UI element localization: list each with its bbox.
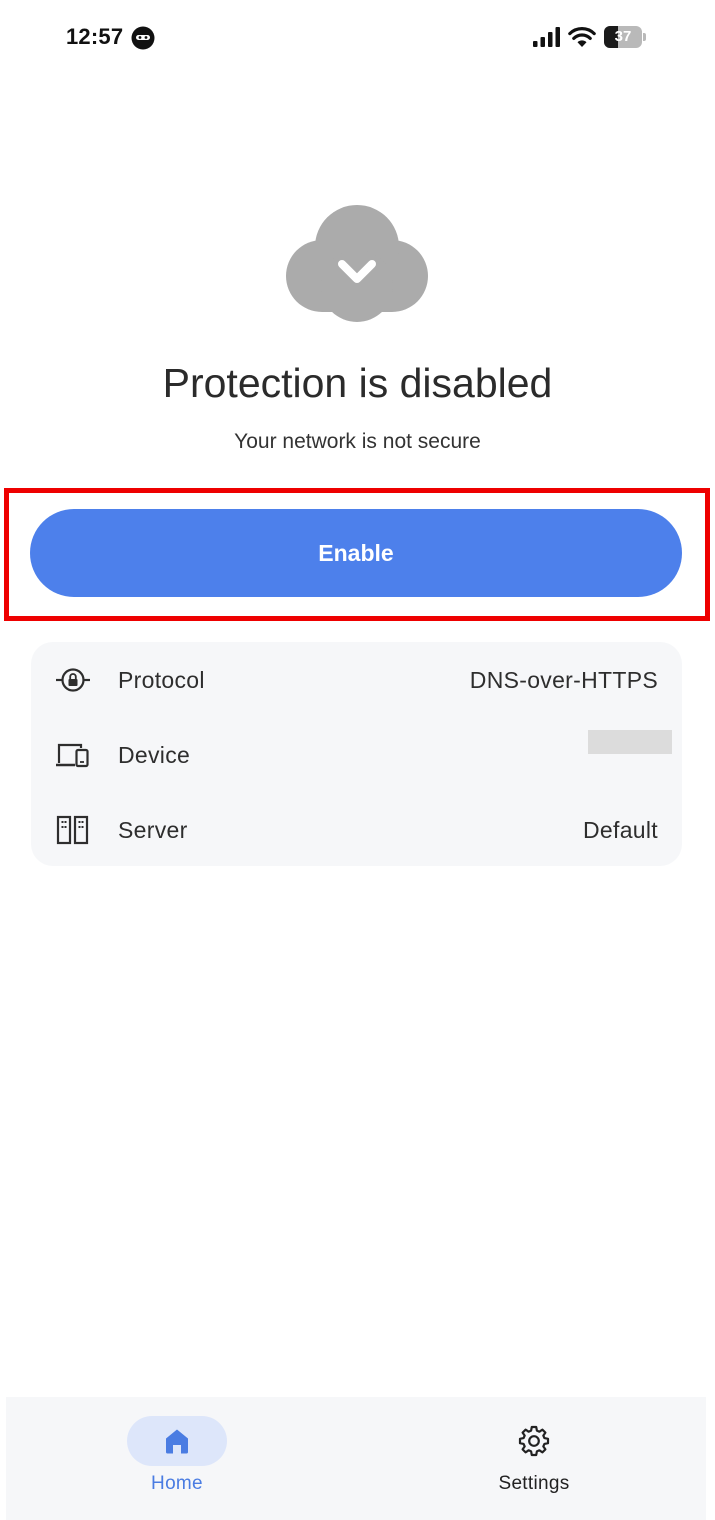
nav-settings[interactable]: Settings (434, 1397, 634, 1520)
battery-level: 37 (614, 28, 632, 45)
nav-settings-label: Settings (498, 1473, 570, 1494)
enable-button[interactable]: Enable (30, 509, 682, 597)
server-icon (56, 815, 89, 845)
info-label: Device (118, 742, 191, 768)
bottom-navigation: Home Settings (6, 1397, 706, 1520)
home-screen: 12:57 37 Protection is disabled Your net… (0, 0, 715, 1520)
info-label: Protocol (118, 667, 205, 693)
cloud-check-icon (286, 205, 428, 322)
device-row[interactable]: Device (31, 724, 682, 784)
server-row[interactable]: Server Default (31, 799, 682, 859)
battery-body: 37 (604, 26, 642, 48)
battery-cap (643, 33, 646, 41)
battery-icon: 37 (604, 26, 646, 48)
gear-icon (518, 1425, 550, 1457)
info-value: Default (583, 817, 658, 843)
connection-info-card: Protocol DNS-over-HTTPS Device Server De… (31, 642, 682, 866)
status-time: 12:57 (66, 24, 124, 49)
status-bar: 12:57 37 (0, 0, 715, 76)
app-notification-icon (131, 26, 155, 50)
nav-home[interactable]: Home (77, 1397, 277, 1520)
protocol-lock-icon (56, 668, 90, 692)
devices-icon (56, 743, 89, 768)
protection-status-title: Protection is disabled (162, 360, 553, 406)
device-value-redacted (588, 730, 672, 754)
nav-home-label: Home (151, 1473, 203, 1494)
protection-status-subtitle: Your network is not secure (234, 430, 481, 453)
protocol-row[interactable]: Protocol DNS-over-HTTPS (31, 649, 682, 709)
wifi-icon (568, 27, 596, 47)
cellular-signal-icon (533, 27, 560, 47)
info-label: Server (118, 817, 188, 843)
home-icon (166, 1429, 188, 1454)
info-value: DNS-over-HTTPS (469, 667, 658, 693)
